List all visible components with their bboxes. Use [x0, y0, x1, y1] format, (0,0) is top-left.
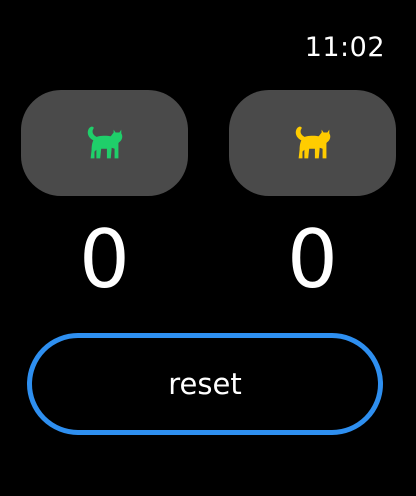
cat-icon	[295, 126, 330, 159]
increment-yellow-cat-button[interactable]	[229, 90, 396, 196]
green-cat-score: 0	[79, 213, 130, 306]
status-time: 11:02	[304, 32, 385, 63]
cat-icon	[87, 126, 122, 159]
increment-green-cat-button[interactable]	[21, 90, 188, 196]
yellow-cat-score: 0	[287, 213, 338, 306]
reset-button[interactable]: reset	[27, 333, 383, 435]
